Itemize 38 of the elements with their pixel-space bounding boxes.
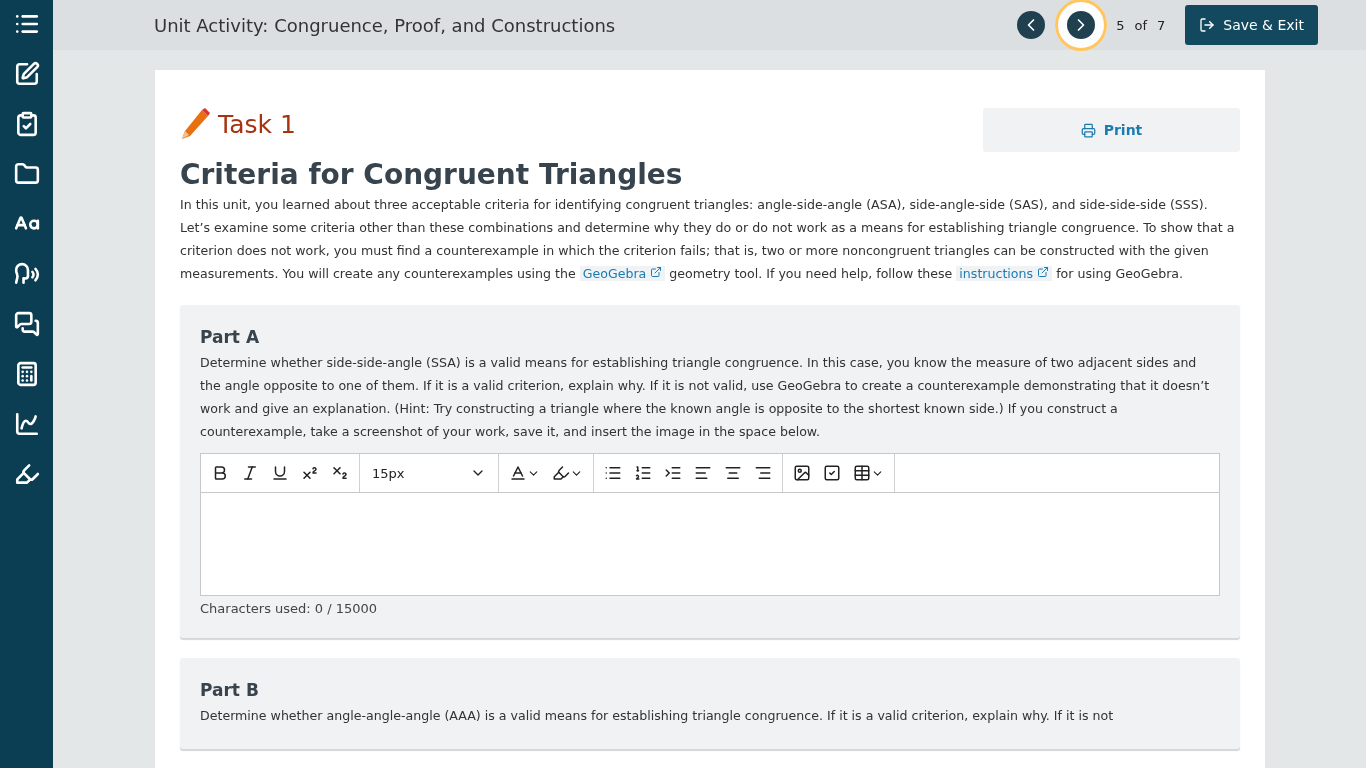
activity-title: Unit Activity: Congruence, Proof, and Constructions	[154, 14, 617, 36]
align-center-icon	[724, 464, 742, 482]
page-number: 5	[1116, 17, 1125, 33]
bullet-list-icon	[604, 464, 622, 482]
highlight-icon	[552, 464, 570, 482]
part-title: Part B	[200, 680, 260, 700]
underline-icon	[271, 464, 289, 482]
intro-paragraph: In this unit, you learned about three acceptable criteria for identifying congruent triangles: angle-side-angle (ASA), side-angle-side (SAS), and side-side-side (SSS). Let’s examine some criteria other than these combinations and determine why they do or do not work as a means for establishing triangle congruence. To show that a criterion does not work, you must find a counterexample in which the criterion fails; that is, two or more noncongruent triangles can be constructed with the given measurements. You will create any counterexamples using the GeoGebra geometry tool. If you need help, follow these instructions for using GeoGebra.	[180, 196, 1236, 283]
part-prompt: Determine whether angle-angle-angle (AAA) is a valid means for establishing triangle congruence. If it is a valid criterion, explain why. If it is not	[200, 707, 1115, 725]
character-counter: Characters used: 0 / 15000	[200, 601, 379, 616]
external-link-icon	[1037, 266, 1050, 278]
previous-button[interactable]	[1017, 11, 1046, 39]
page-of: of	[1134, 17, 1147, 33]
link[interactable]: instructions	[956, 266, 1053, 281]
part-prompt: Determine whether side-side-angle (SSA) is a valid means for establishing triangle congruence. In this case, you know the measure of two adjacent sides and the angle opposite to one of them. If it is a valid criterion, explain why. If it is not valid, use GeoGebra to create a counterexample demonstrating that it doesn’t work and give an explanation. (Hint: Try constructing a triangle where the known angle is opposite to the shortest known side.) If you construct a counterexample, take a screenshot of your work, save it, and insert the image in the space below.	[200, 354, 1211, 441]
font-color-icon	[509, 464, 527, 482]
italic-icon	[241, 464, 259, 482]
font-size-select[interactable]: 15px	[366, 464, 492, 482]
print-button[interactable]: Print	[983, 108, 1240, 152]
subscript-icon	[331, 464, 349, 482]
external-link-icon	[650, 266, 663, 278]
page-total: 7	[1157, 17, 1166, 33]
numbered-list-icon	[634, 464, 652, 482]
exit-icon	[1199, 17, 1216, 33]
align-left-icon	[694, 464, 712, 482]
image-icon	[793, 464, 811, 482]
answer-editor[interactable]: 15px	[200, 453, 1220, 596]
print-icon	[1080, 122, 1096, 138]
save-exit-button[interactable]: Save & Exit	[1185, 5, 1318, 45]
task-label: Task 1	[218, 109, 296, 139]
indent-icon	[664, 464, 682, 482]
link[interactable]: GeoGebra	[579, 266, 666, 281]
table-icon	[853, 464, 871, 482]
pencil-icon	[180, 108, 210, 140]
superscript-icon	[301, 464, 319, 482]
part-title: Part A	[200, 327, 261, 347]
align-right-icon	[754, 464, 772, 482]
task-title: Criteria for Congruent Triangles	[180, 158, 684, 191]
